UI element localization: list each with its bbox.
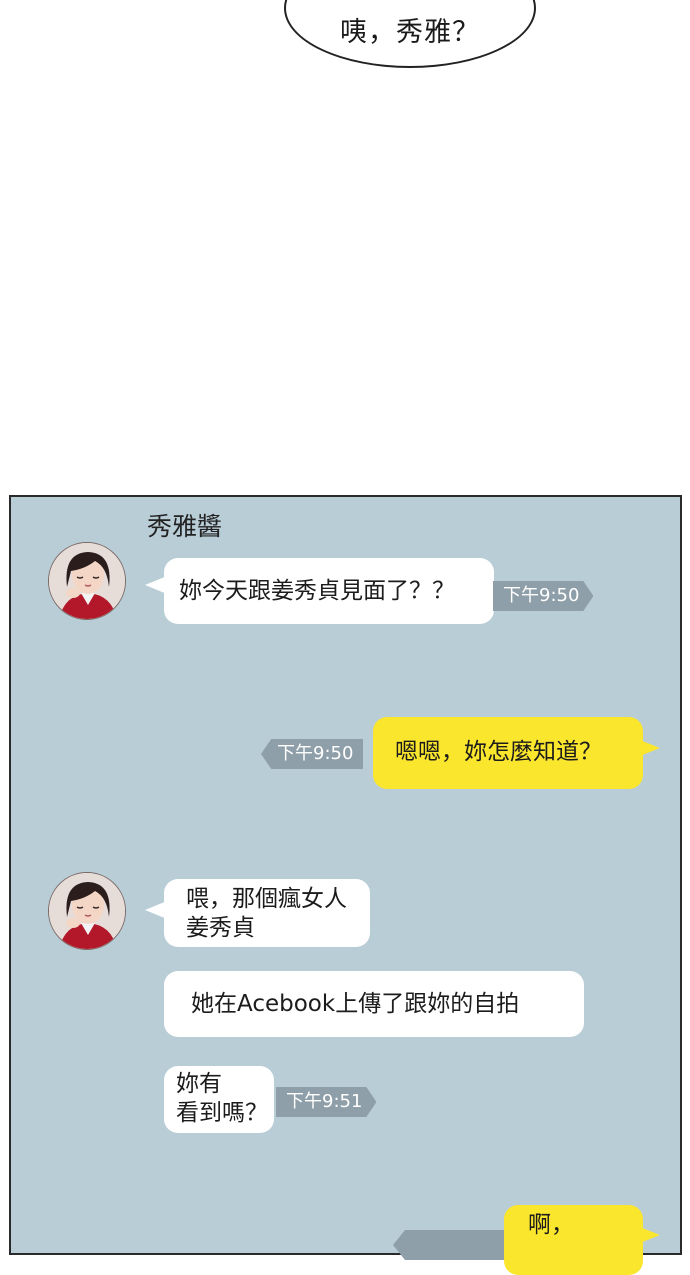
message-bubble[interactable]: 嗯嗯，妳怎麼知道？ [373,717,643,789]
message-bubble[interactable]: 啊， [504,1205,643,1275]
message-bubble[interactable]: 喂，那個瘋女人 姜秀貞 [164,879,370,947]
avatar[interactable] [48,542,126,620]
message-timestamp [393,1230,513,1260]
bubble-tail [640,1227,660,1243]
message-bubble[interactable]: 妳有 看到嗎？ [164,1066,274,1133]
message-bubble[interactable]: 妳今天跟姜秀貞見面了？？ [164,558,494,624]
avatar-portrait-icon [49,873,125,949]
avatar-portrait-icon [49,543,125,619]
chat-panel: 秀雅醬 妳今天跟姜秀貞見面了？？ 下午9:50 下午9:50 嗯嗯，妳怎麼知道？ [9,495,682,1275]
bubble-tail [640,740,660,756]
message-timestamp: 下午9:50 [261,739,364,769]
message-timestamp: 下午9:50 [493,581,594,611]
speech-balloon: 咦，秀雅？ [284,0,536,68]
sender-name: 秀雅醬 [147,512,223,541]
message-timestamp: 下午9:51 [276,1087,377,1117]
message-bubble[interactable]: 她在Acebook上傳了跟妳的自拍 [164,971,584,1037]
speech-balloon-text: 咦，秀雅？ [340,17,480,48]
avatar[interactable] [48,872,126,950]
